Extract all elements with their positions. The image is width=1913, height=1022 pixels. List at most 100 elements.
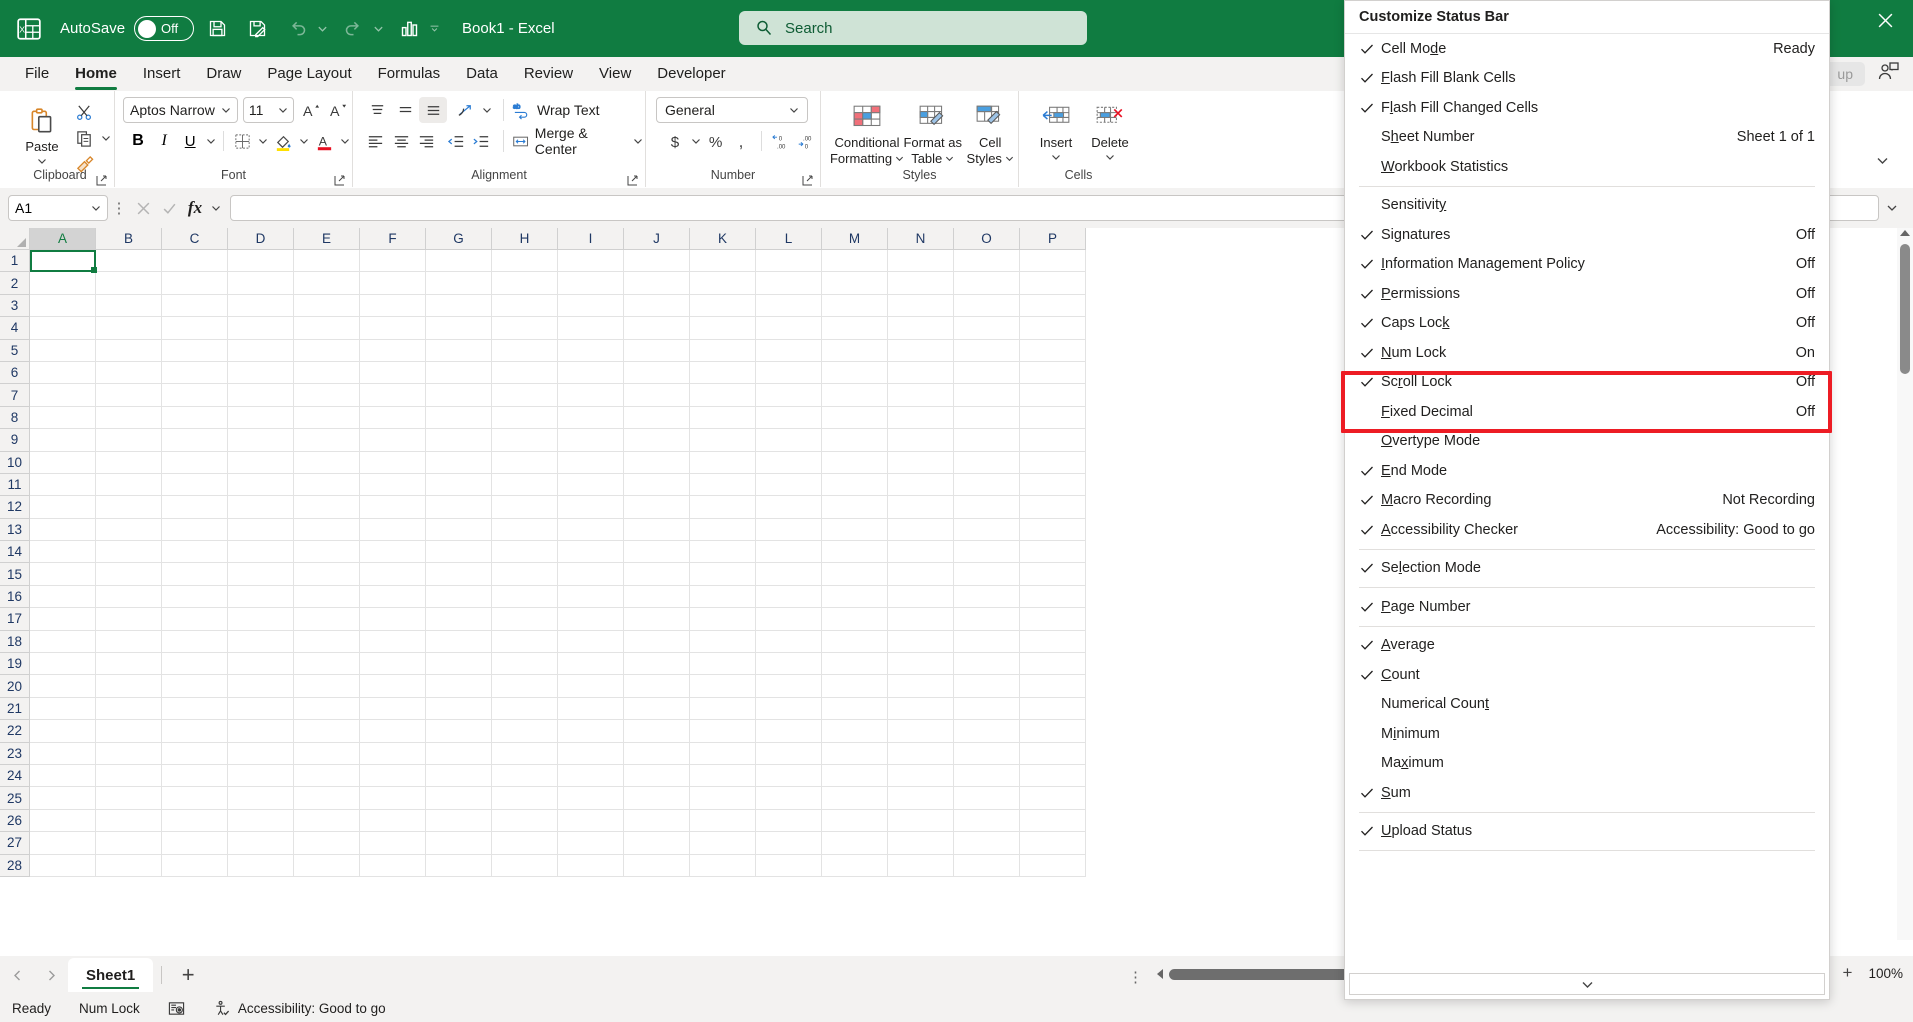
- cell-H7[interactable]: [492, 384, 558, 407]
- cell-M19[interactable]: [822, 653, 888, 676]
- cell-F6[interactable]: [360, 361, 426, 385]
- row-header-24[interactable]: 24: [0, 764, 30, 788]
- cancel-icon[interactable]: [130, 195, 156, 221]
- cell-M27[interactable]: [822, 832, 888, 855]
- cell-G22[interactable]: [426, 720, 492, 743]
- cell-E19[interactable]: [294, 653, 360, 676]
- cell-J4[interactable]: [624, 317, 690, 340]
- cell-A25[interactable]: [30, 787, 96, 810]
- status-bar-option-minimum[interactable]: Minimum: [1345, 719, 1829, 749]
- cell-G13[interactable]: [426, 518, 492, 542]
- status-bar-option-num-lock[interactable]: Num Lock On: [1345, 338, 1829, 368]
- cell-D7[interactable]: [228, 384, 294, 407]
- cell-G20[interactable]: [426, 675, 492, 698]
- cell-O13[interactable]: [954, 518, 1020, 542]
- grid-cells[interactable]: [30, 250, 1086, 877]
- merge-center-dropdown-icon[interactable]: [630, 128, 645, 154]
- cell-D3[interactable]: [228, 294, 294, 318]
- cell-N7[interactable]: [888, 384, 954, 407]
- cell-P20[interactable]: [1020, 675, 1086, 698]
- cell-A3[interactable]: [30, 294, 96, 318]
- ribbon-tab-file[interactable]: File: [12, 57, 62, 91]
- cell-A26[interactable]: [30, 809, 96, 833]
- cell-B27[interactable]: [96, 832, 162, 855]
- cell-K17[interactable]: [690, 608, 756, 631]
- cell-B15[interactable]: [96, 563, 162, 586]
- cell-D23[interactable]: [228, 742, 294, 765]
- cell-G25[interactable]: [426, 787, 492, 810]
- cell-L4[interactable]: [756, 317, 822, 340]
- column-header-N[interactable]: N: [888, 228, 954, 250]
- currency-dropdown-icon[interactable]: [688, 128, 703, 154]
- cell-D17[interactable]: [228, 608, 294, 631]
- cell-G21[interactable]: [426, 697, 492, 721]
- cell-G1[interactable]: [426, 250, 492, 273]
- cell-C20[interactable]: [162, 675, 228, 698]
- cell-B18[interactable]: [96, 630, 162, 654]
- column-header-C[interactable]: C: [162, 228, 228, 250]
- cell-O15[interactable]: [954, 563, 1020, 586]
- borders-dropdown-icon[interactable]: [255, 128, 270, 154]
- column-header-J[interactable]: J: [624, 228, 690, 250]
- save-icon[interactable]: [200, 12, 234, 46]
- cell-J8[interactable]: [624, 406, 690, 430]
- font-color-icon[interactable]: A: [311, 128, 337, 154]
- cell-O26[interactable]: [954, 809, 1020, 833]
- cell-L2[interactable]: [756, 272, 822, 295]
- cell-L20[interactable]: [756, 675, 822, 698]
- cell-B1[interactable]: [96, 250, 162, 273]
- cell-L22[interactable]: [756, 720, 822, 743]
- cell-M23[interactable]: [822, 742, 888, 765]
- scroll-down-chevron-icon[interactable]: [1349, 973, 1825, 995]
- cell-D14[interactable]: [228, 541, 294, 564]
- cell-J22[interactable]: [624, 720, 690, 743]
- cell-J27[interactable]: [624, 832, 690, 855]
- cell-E17[interactable]: [294, 608, 360, 631]
- cell-O14[interactable]: [954, 541, 1020, 564]
- alignment-dialog-launcher-icon[interactable]: [627, 173, 639, 186]
- fill-color-dropdown-icon[interactable]: [296, 128, 311, 154]
- cell-O11[interactable]: [954, 473, 1020, 497]
- column-header-I[interactable]: I: [558, 228, 624, 250]
- cell-I25[interactable]: [558, 787, 624, 810]
- cell-E12[interactable]: [294, 496, 360, 519]
- cell-E7[interactable]: [294, 384, 360, 407]
- cell-N3[interactable]: [888, 294, 954, 318]
- cell-I2[interactable]: [558, 272, 624, 295]
- clipboard-dialog-launcher-icon[interactable]: [96, 173, 108, 186]
- cell-F12[interactable]: [360, 496, 426, 519]
- cell-H4[interactable]: [492, 317, 558, 340]
- cell-P5[interactable]: [1020, 339, 1086, 362]
- cell-D5[interactable]: [228, 339, 294, 362]
- cell-L25[interactable]: [756, 787, 822, 810]
- cell-C1[interactable]: [162, 250, 228, 273]
- cell-A21[interactable]: [30, 697, 96, 721]
- cell-H15[interactable]: [492, 563, 558, 586]
- cell-L19[interactable]: [756, 653, 822, 676]
- customize-qat-icon[interactable]: [426, 12, 442, 46]
- status-bar-option-upload-status[interactable]: Upload Status: [1345, 817, 1829, 847]
- cell-I3[interactable]: [558, 294, 624, 318]
- cell-O18[interactable]: [954, 630, 1020, 654]
- merge-center-button[interactable]: Merge & Center: [512, 125, 631, 157]
- cell-J10[interactable]: [624, 451, 690, 474]
- confirm-icon[interactable]: [156, 195, 182, 221]
- cell-N18[interactable]: [888, 630, 954, 654]
- cell-B23[interactable]: [96, 742, 162, 765]
- delete-cells-dropdown-icon[interactable]: [1105, 149, 1115, 167]
- cell-K14[interactable]: [690, 541, 756, 564]
- cell-J26[interactable]: [624, 809, 690, 833]
- cell-B10[interactable]: [96, 451, 162, 474]
- cell-C2[interactable]: [162, 272, 228, 295]
- decrease-font-size-icon[interactable]: A: [325, 97, 352, 123]
- cell-F28[interactable]: [360, 854, 426, 877]
- zoom-level[interactable]: 100%: [1868, 966, 1903, 981]
- column-header-B[interactable]: B: [96, 228, 162, 250]
- cell-N14[interactable]: [888, 541, 954, 564]
- cell-G10[interactable]: [426, 451, 492, 474]
- cell-G24[interactable]: [426, 764, 492, 788]
- align-right-icon[interactable]: [414, 128, 440, 154]
- cell-F4[interactable]: [360, 317, 426, 340]
- status-bar-option-numerical-count[interactable]: Numerical Count: [1345, 690, 1829, 720]
- cell-N19[interactable]: [888, 653, 954, 676]
